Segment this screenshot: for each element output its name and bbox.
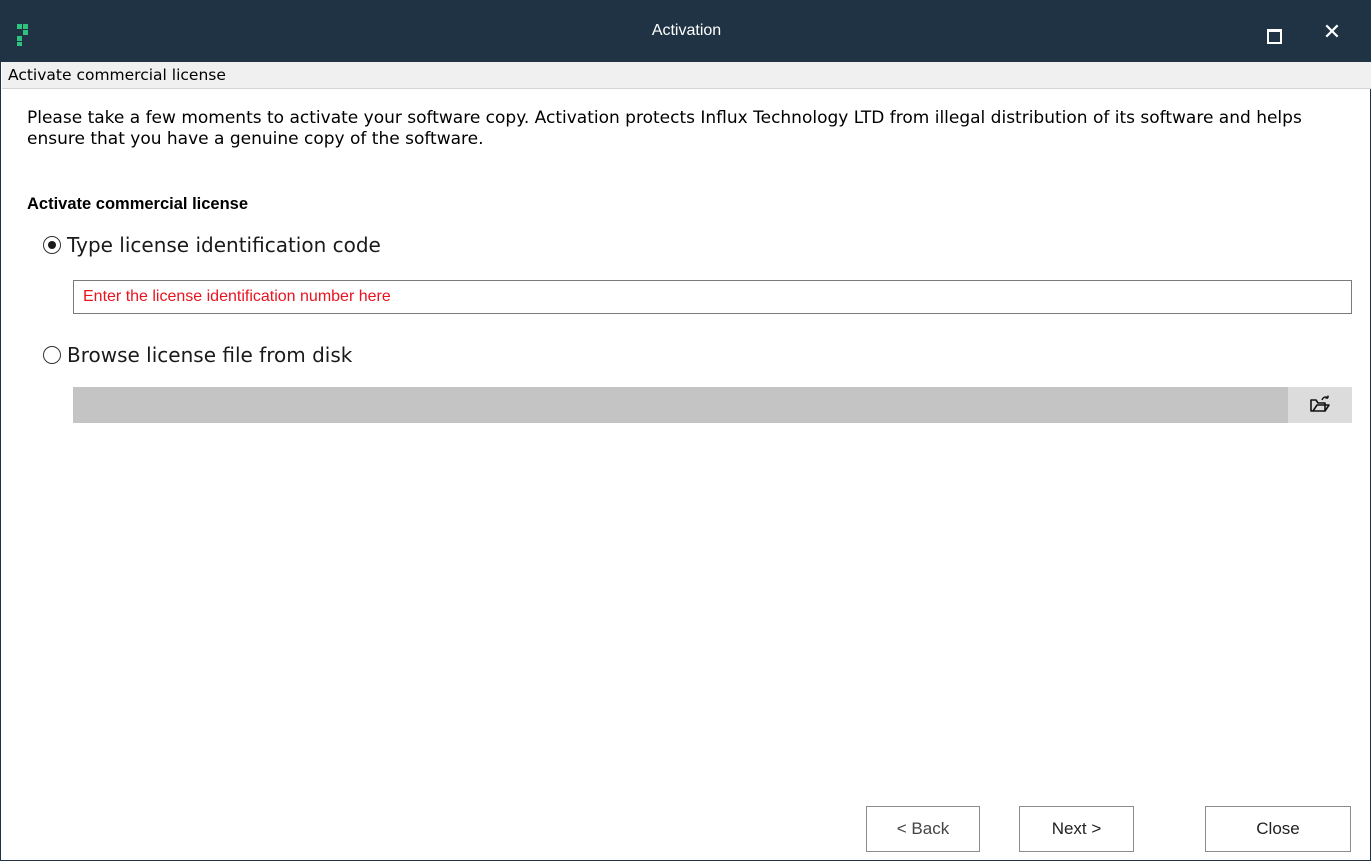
page-header: Activate commercial license: [2, 62, 1371, 89]
license-file-picker: [73, 387, 1352, 423]
radio-button-selected[interactable]: [43, 236, 61, 254]
close-button[interactable]: Close: [1205, 806, 1351, 852]
page-header-title: Activate commercial license: [8, 66, 226, 84]
maximize-button[interactable]: [1259, 20, 1289, 50]
title-bar[interactable]: Activation ✕: [1, 0, 1371, 62]
activation-window: Activation ✕ Activate commercial license…: [0, 0, 1371, 861]
close-window-button[interactable]: ✕: [1317, 18, 1347, 48]
radio-label: Browse license file from disk: [67, 343, 353, 367]
activation-description: Please take a few moments to activate yo…: [27, 108, 1302, 149]
license-file-path-field: [73, 387, 1288, 423]
radio-button[interactable]: [43, 346, 61, 364]
next-button[interactable]: Next >: [1019, 806, 1134, 852]
close-icon: ✕: [1322, 20, 1342, 45]
browse-file-button[interactable]: [1288, 387, 1352, 423]
license-code-input[interactable]: [73, 280, 1352, 314]
back-button[interactable]: < Back: [866, 806, 980, 852]
section-heading: Activate commercial license: [27, 195, 249, 213]
folder-open-icon: [1310, 395, 1330, 412]
window-title: Activation: [651, 22, 722, 39]
maximize-icon: [1267, 29, 1282, 44]
radio-label: Type license identification code: [67, 233, 381, 257]
